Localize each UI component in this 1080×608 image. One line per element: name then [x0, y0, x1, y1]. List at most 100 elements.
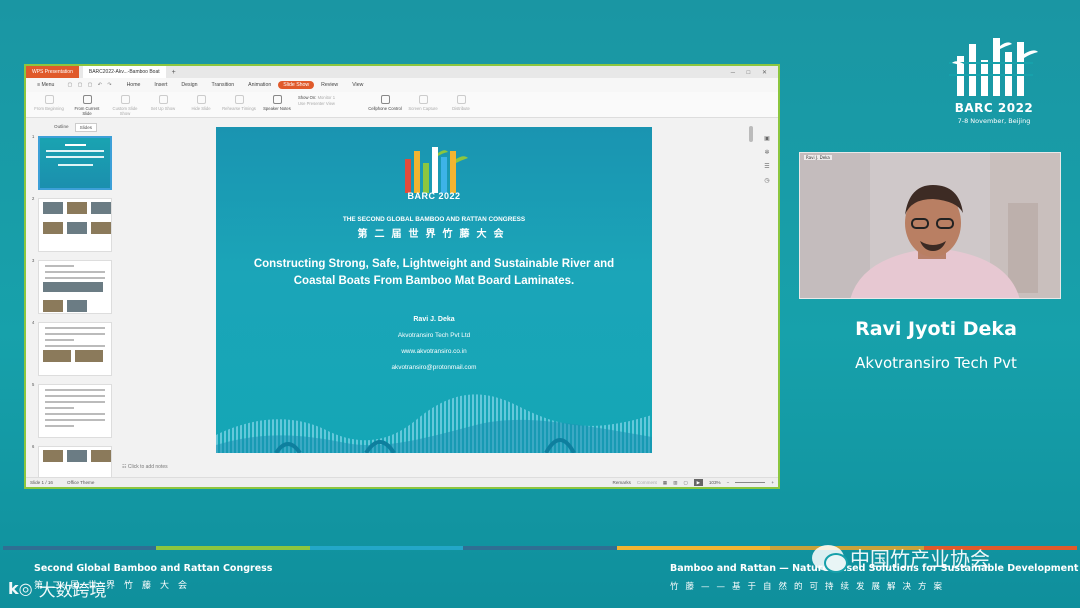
rehearse-button[interactable]: Rehearse Timings [222, 95, 256, 111]
play-slideshow-icon[interactable]: ▶ [693, 479, 703, 486]
menu-transition[interactable]: Transition [205, 82, 242, 88]
slide-thumbnail[interactable]: 6 [30, 442, 116, 482]
slide-thumbnail[interactable]: 2 [30, 194, 116, 256]
distribute-icon [456, 95, 466, 104]
menu-bar: ≡ Menu ▢ ▢ ▢ ↶ ↷ Home Insert Design Tran… [26, 78, 778, 92]
reading-view-icon[interactable]: ▢ [684, 480, 688, 486]
presentation-app-window: WPS Presentation BARC2022-Akv...-Bamboo … [24, 64, 780, 489]
thumb-number: 4 [32, 320, 35, 325]
remarks-toggle[interactable]: Remarks [613, 480, 631, 485]
app-tab[interactable]: WPS Presentation [26, 66, 79, 78]
outline-slides-tabs: Outline Slides [50, 123, 98, 132]
tab-slides[interactable]: Slides [74, 123, 98, 132]
slide-canvas[interactable]: BARC 2022 THE SECOND GLOBAL BAMBOO AND R… [216, 127, 652, 453]
normal-view-icon[interactable]: ▦ [663, 480, 667, 486]
footer-congress-en: Second Global Bamboo and Rattan Congress [34, 563, 273, 574]
notes-placeholder[interactable]: ☷ Click to add notes [122, 464, 168, 470]
theme-name: Office Theme [67, 480, 95, 485]
settings-icon[interactable]: ✲ [762, 146, 772, 160]
window-controls[interactable]: ─ □ ✕ [731, 69, 772, 76]
comment-toggle[interactable]: Comment [637, 480, 657, 485]
thumb-number: 1 [32, 134, 35, 139]
slide-author: Ravi J. Deka [413, 316, 455, 323]
menu-slide-show[interactable]: Slide Show [278, 81, 315, 89]
source-watermark-text: 大数跨境 [38, 581, 107, 601]
thumb-preview [38, 198, 112, 252]
set-up-label: Set Up Show [150, 106, 176, 111]
speaker-notes-label: Speaker Notes [263, 106, 291, 111]
brand-date: 7-8 November, Beijing [957, 117, 1031, 125]
play-start-icon [44, 95, 54, 104]
show-on-select[interactable]: Monitor 1 [318, 95, 335, 100]
menu-file[interactable]: ≡ Menu [30, 82, 61, 88]
side-tool-strip: ▣ ✲ ☰ ◷ [762, 132, 772, 188]
document-tab[interactable]: BARC2022-Akv...-Bamboo Boat [82, 66, 166, 78]
slide-barc-title: BARC 2022 [407, 191, 461, 201]
zoom-out-icon[interactable]: − [727, 480, 730, 485]
quick-access-icons[interactable]: ▢ ▢ ▢ ↶ ↷ [61, 82, 119, 88]
custom-show-label: Custom Slide Show [112, 106, 138, 116]
menu-animation[interactable]: Animation [241, 82, 278, 88]
rehearse-label: Rehearse Timings [222, 106, 256, 111]
speaker-name: Ravi Jyoti Deka [855, 318, 1017, 340]
distribute-button[interactable]: Distribute [444, 95, 478, 111]
setup-icon [158, 95, 168, 104]
speaker-notes-button[interactable]: Speaker Notes [260, 95, 294, 111]
zoom-in-icon[interactable]: + [771, 480, 774, 485]
menu-review[interactable]: Review [314, 82, 345, 88]
barc-slide-logo [405, 147, 468, 193]
set-up-show-button[interactable]: Set Up Show [146, 95, 180, 111]
cellphone-control-button[interactable]: Cellphone Control [368, 95, 402, 111]
phone-icon [380, 95, 390, 104]
brand-title: BARC 2022 [954, 101, 1034, 115]
slide-thumbnail[interactable]: 3 [30, 256, 116, 318]
scrollbar-thumb[interactable] [749, 126, 753, 142]
layout-icon[interactable]: ▣ [762, 132, 772, 146]
new-tab-button[interactable]: + [172, 69, 176, 76]
source-watermark: k◎ 大数跨境 [8, 576, 107, 601]
menu-home[interactable]: Home [120, 82, 148, 88]
zoom-level[interactable]: 103% [709, 480, 721, 485]
screen-capture-button[interactable]: Screen Capture [406, 95, 440, 111]
slide-thumbnail[interactable]: 4 [30, 318, 116, 380]
hide-slide-button[interactable]: Hide Slide [184, 95, 218, 111]
status-bar: Slide 1 / 16 Office Theme Remarks Commen… [26, 477, 778, 487]
barc-brand: BARC 2022 7-8 November, Beijing [944, 34, 1044, 125]
play-current-icon [82, 95, 92, 104]
thumb-preview [38, 260, 112, 314]
menu-insert[interactable]: Insert [147, 82, 174, 88]
slide-talk-title: Constructing Strong, Safe, Lightweight a… [253, 258, 615, 287]
slide-thumbnail-panel: 1 2 3 4 5 6 [30, 132, 116, 482]
custom-show-button[interactable]: Custom Slide Show [108, 95, 142, 116]
thumb-number: 5 [32, 382, 35, 387]
from-beginning-button[interactable]: From Beginning [32, 95, 66, 111]
tab-outline[interactable]: Outline [50, 123, 73, 132]
thumb-number: 2 [32, 196, 35, 201]
watermark-logo-icon: k◎ [8, 579, 33, 598]
clock-icon[interactable]: ◷ [762, 174, 772, 188]
sorter-view-icon[interactable]: ▥ [673, 480, 677, 486]
app-tab-bar: WPS Presentation BARC2022-Akv...-Bamboo … [26, 66, 778, 78]
menu-design[interactable]: Design [174, 82, 204, 88]
distribute-label: Distribute [452, 106, 470, 111]
footer-theme-cn: 竹藤——基于自然的可持续发展解决方案 [670, 582, 950, 592]
speaker-video-frame [800, 153, 1060, 298]
from-current-button[interactable]: From Current Slide [70, 95, 104, 116]
thumb-preview [38, 322, 112, 376]
show-on-group: Show On: Monitor 1 Use Presenter View [298, 95, 362, 107]
menu-view[interactable]: View [345, 82, 370, 88]
thumb-number: 6 [32, 444, 35, 449]
thumb-number: 3 [32, 258, 35, 263]
wechat-watermark: 中国竹产业协会 [812, 543, 990, 573]
zoom-slider[interactable] [735, 482, 766, 483]
format-icon[interactable]: ☰ [762, 160, 772, 174]
bamboo-wave-decoration [216, 394, 652, 453]
slide-counter: Slide 1 / 16 [30, 480, 53, 485]
slide-thumbnail[interactable]: 1 [30, 132, 116, 194]
slide-thumbnail[interactable]: 5 [30, 380, 116, 442]
slide-scrollbar[interactable] [749, 126, 753, 446]
capture-icon [418, 95, 428, 104]
custom-show-icon [120, 95, 130, 104]
slide-congress-cn: 第二届世界竹藤大会 [357, 229, 511, 240]
presenter-view-checkbox[interactable]: Use Presenter View [298, 101, 362, 107]
